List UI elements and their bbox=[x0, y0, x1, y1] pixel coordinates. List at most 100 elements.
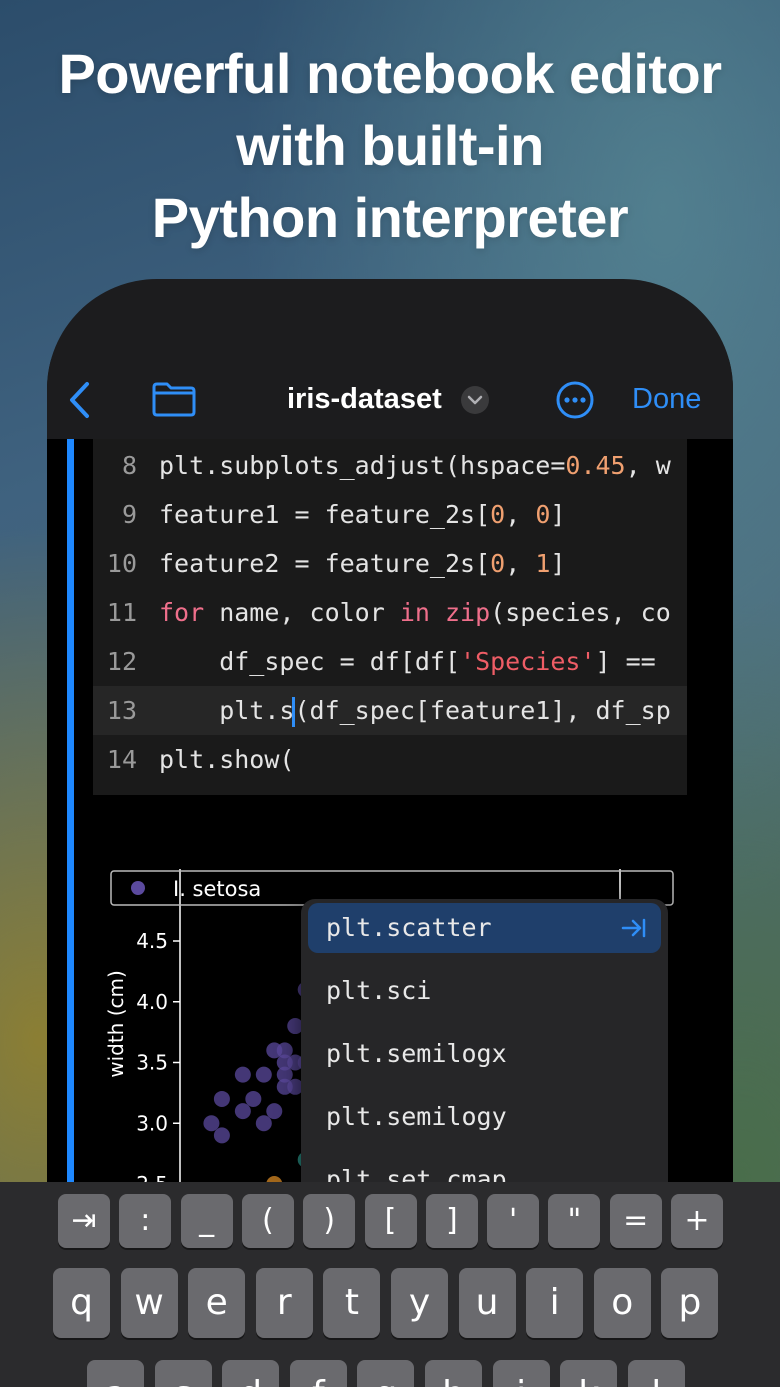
key-letter[interactable]: i bbox=[526, 1268, 584, 1338]
key-letter[interactable]: q bbox=[53, 1268, 110, 1338]
keyboard: ⇥:_()[]'"=+ qwertyuiop asdfghjkl bbox=[0, 1182, 780, 1387]
code-token: plt.show( bbox=[159, 745, 295, 774]
key-letter[interactable]: s bbox=[154, 1360, 212, 1387]
key-letter[interactable]: j bbox=[492, 1360, 550, 1387]
code-line[interactable]: 9 feature1 = feature_2s[0, 0] bbox=[93, 490, 687, 539]
code-token: 0 bbox=[490, 500, 506, 529]
code-line[interactable]: 10 feature2 = feature_2s[0, 1] bbox=[93, 539, 687, 588]
code-token: plt.s bbox=[159, 696, 295, 725]
key-letter[interactable]: l bbox=[627, 1360, 685, 1387]
ellipsis-circle-icon bbox=[556, 381, 594, 419]
key-letter[interactable]: g bbox=[357, 1360, 415, 1387]
headline: Powerful notebook editor with built-in P… bbox=[0, 38, 780, 254]
code-token: , w bbox=[625, 451, 671, 480]
key-letter[interactable]: r bbox=[255, 1268, 313, 1338]
notebook-content: 8 plt.subplots_adjust(hspace=0.45, w 9 feat… bbox=[47, 439, 733, 1305]
key-letter[interactable]: u bbox=[458, 1268, 516, 1338]
done-button[interactable]: Done bbox=[632, 379, 701, 419]
data-point bbox=[255, 1066, 272, 1083]
code-line[interactable]: 12 df_spec = df[df['Species'] == bbox=[93, 637, 687, 686]
key-letter[interactable]: w bbox=[120, 1268, 178, 1338]
key-symbol[interactable]: ⇥ bbox=[58, 1194, 110, 1248]
line-number: 8 bbox=[121, 451, 137, 480]
autocomplete-item[interactable]: plt.semilogx bbox=[308, 1029, 661, 1079]
y-tick-label: 4.5 bbox=[136, 929, 168, 953]
key-letter[interactable]: t bbox=[323, 1268, 381, 1338]
data-point bbox=[234, 1103, 251, 1120]
autocomplete-item[interactable]: plt.sci bbox=[308, 966, 661, 1016]
key-symbol[interactable]: [ bbox=[364, 1194, 417, 1248]
code-token: (species, co bbox=[490, 598, 671, 627]
data-point bbox=[255, 1115, 272, 1132]
code-token: 1 bbox=[535, 549, 551, 578]
line-number: 13 bbox=[106, 696, 137, 725]
key-letter[interactable]: o bbox=[593, 1268, 651, 1338]
code-token: for bbox=[159, 598, 205, 627]
code-text: feature1 = feature_2s[0, 0] bbox=[159, 490, 565, 539]
autocomplete-item-label: plt.semilogy bbox=[326, 1102, 507, 1131]
code-token: 'Species' bbox=[460, 647, 596, 676]
notebook-title[interactable]: iris-dataset bbox=[287, 379, 442, 419]
code-editor[interactable]: 8 plt.subplots_adjust(hspace=0.45, w 9 feat… bbox=[93, 439, 687, 795]
code-text: df_spec = df[df['Species'] == bbox=[159, 637, 671, 686]
key-symbol[interactable]: _ bbox=[180, 1194, 233, 1248]
key-letter[interactable]: a bbox=[87, 1360, 144, 1387]
code-text: plt.subplots_adjust(hspace=0.45, w bbox=[159, 441, 671, 490]
key-letter[interactable]: h bbox=[425, 1360, 482, 1387]
headline-line-3: Python interpreter bbox=[151, 186, 629, 249]
key-letter[interactable]: p bbox=[661, 1268, 719, 1338]
data-point bbox=[203, 1115, 220, 1132]
key-letter[interactable]: k bbox=[560, 1360, 618, 1387]
key-letter[interactable]: f bbox=[289, 1360, 347, 1387]
autocomplete-popup: plt.scatter plt.sci plt.semilogx plt.semilo… bbox=[301, 899, 668, 1213]
legend-label: I. setosa bbox=[173, 877, 261, 901]
key-symbol[interactable]: " bbox=[548, 1194, 601, 1248]
code-token: zip bbox=[445, 598, 491, 627]
autocomplete-item[interactable]: plt.scatter bbox=[308, 903, 661, 953]
back-button[interactable] bbox=[59, 377, 99, 423]
code-line[interactable]: 14 plt.show( bbox=[93, 735, 687, 784]
key-symbol[interactable]: : bbox=[119, 1194, 172, 1248]
key-symbol[interactable]: ) bbox=[303, 1194, 356, 1248]
more-button[interactable] bbox=[555, 380, 595, 420]
code-token: , bbox=[505, 549, 536, 578]
data-point bbox=[213, 1127, 230, 1144]
code-token: name, color bbox=[204, 598, 400, 627]
code-line[interactable]: 11 for name, color in zip(species, co bbox=[93, 588, 687, 637]
active-cell-indicator bbox=[67, 439, 74, 1184]
key-symbol[interactable]: ( bbox=[241, 1194, 294, 1248]
key-symbol[interactable]: = bbox=[609, 1194, 662, 1248]
key-letter[interactable]: d bbox=[222, 1360, 280, 1387]
code-text: for name, color in zip(species, co bbox=[159, 588, 671, 637]
code-text: plt.s(df_spec[feature1], df_sp bbox=[159, 686, 671, 735]
code-token: df_spec = df[df[ bbox=[159, 647, 461, 676]
code-token: in bbox=[399, 598, 430, 627]
code-token: 0 bbox=[490, 549, 506, 578]
code-token: 0 bbox=[535, 500, 551, 529]
code-token: ] == bbox=[595, 647, 671, 676]
line-number: 10 bbox=[106, 549, 137, 578]
data-point bbox=[213, 1090, 230, 1107]
data-point bbox=[245, 1090, 262, 1107]
key-letter[interactable]: y bbox=[391, 1268, 448, 1338]
autocomplete-item-label: plt.scatter bbox=[326, 913, 492, 942]
code-line[interactable]: 8 plt.subplots_adjust(hspace=0.45, w bbox=[93, 441, 687, 490]
autocomplete-item-label: plt.sci bbox=[326, 976, 432, 1005]
key-symbol[interactable]: ] bbox=[425, 1194, 478, 1248]
navigation-bar: iris-dataset Done bbox=[47, 359, 733, 444]
autocomplete-item[interactable]: plt.semilogy bbox=[308, 1092, 661, 1142]
chevron-left-icon bbox=[70, 382, 89, 418]
code-text: plt.show( bbox=[159, 735, 294, 784]
data-point bbox=[234, 1066, 251, 1083]
key-letter[interactable]: e bbox=[188, 1268, 246, 1338]
key-symbol[interactable]: ' bbox=[487, 1194, 540, 1248]
code-token: feature1 = feature_2s[ bbox=[159, 500, 491, 529]
key-symbol[interactable]: + bbox=[671, 1194, 723, 1248]
code-token: plt.subplots_adjust(hspace= bbox=[159, 451, 566, 480]
folder-button[interactable] bbox=[151, 379, 197, 419]
legend-marker bbox=[131, 881, 145, 895]
y-axis-label: width (cm) bbox=[104, 970, 128, 1078]
code-line[interactable]: 13 plt.s(df_spec[feature1], df_sp bbox=[93, 686, 687, 735]
code-text: feature2 = feature_2s[0, 1] bbox=[159, 539, 565, 588]
